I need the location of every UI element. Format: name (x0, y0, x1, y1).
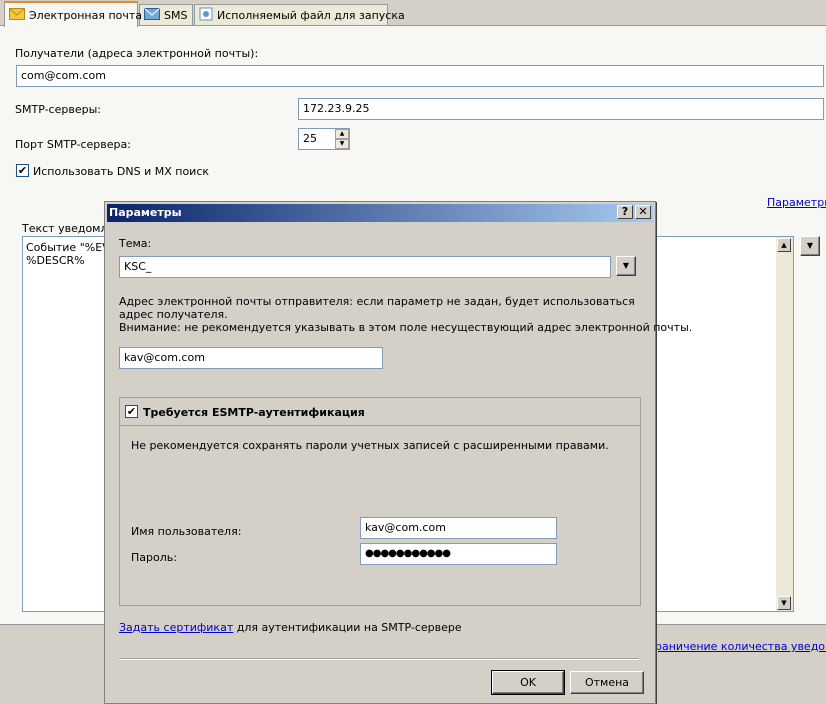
sender-input[interactable]: kav@com.com (119, 347, 383, 369)
help-icon[interactable]: ? (617, 205, 633, 219)
spin-down-icon[interactable]: ▼ (335, 139, 349, 149)
username-input[interactable]: kav@com.com (360, 517, 557, 539)
dialog-title: Параметры (109, 206, 182, 219)
sms-icon (144, 8, 160, 23)
smtp-port-label: Порт SMTP-сервера: (15, 138, 131, 151)
dns-mx-checkbox[interactable]: ✔ (16, 164, 29, 177)
sender-description: Адрес электронной почты отправителя: есл… (119, 295, 635, 321)
smtp-servers-label: SMTP-серверы: (15, 103, 101, 116)
cancel-button[interactable]: Отмена (570, 671, 644, 694)
scroll-up-icon[interactable]: ▲ (777, 238, 791, 252)
password-label: Пароль: (131, 551, 177, 564)
tab-email-label: Электронная почта (29, 8, 143, 22)
tab-email[interactable]: Электронная почта (4, 1, 142, 27)
tab-executable[interactable]: Исполняемый файл для запуска (194, 4, 405, 26)
dialog-separator (119, 658, 639, 660)
tab-sms[interactable]: SMS (139, 4, 193, 26)
subject-label: Тема: (119, 237, 152, 250)
spin-up-icon[interactable]: ▲ (335, 129, 349, 139)
esmtp-label: Требуется ESMTP-аутентификация (143, 406, 365, 419)
username-label: Имя пользователя: (131, 525, 242, 538)
password-input[interactable]: ●●●●●●●●●●● (360, 543, 557, 565)
dns-mx-label: Использовать DNS и MX поиск (33, 165, 210, 178)
tab-executable-label: Исполняемый файл для запуска (217, 9, 405, 22)
subject-dropdown-icon[interactable]: ▼ (616, 256, 636, 276)
cert-line: Задать сертификат для аутентификации на … (119, 621, 462, 634)
recipients-input[interactable]: com@com.com (16, 65, 824, 87)
esmtp-groupbox: ✔ Требуется ESMTP-аутентификация Не реко… (119, 397, 641, 606)
params-dialog: Параметры ? ✕ Тема: KSC_ ▼ Адрес электро… (104, 201, 693, 704)
close-icon[interactable]: ✕ (635, 205, 651, 219)
insert-variable-dropdown-icon[interactable]: ▼ (800, 236, 820, 256)
tab-sms-label: SMS (164, 9, 188, 22)
scroll-down-icon[interactable]: ▼ (777, 596, 791, 610)
executable-icon (199, 7, 213, 24)
cert-text: для аутентификации на SMTP-сервере (233, 621, 462, 634)
esmtp-checkbox[interactable]: ✔ (125, 405, 138, 418)
envelope-icon (9, 7, 25, 23)
dialog-titlebar: Параметры ? ✕ (107, 204, 653, 222)
smtp-servers-input[interactable]: 172.23.9.25 (298, 98, 824, 120)
subject-input[interactable]: KSC_ (119, 256, 611, 278)
params-link[interactable]: Параметры (767, 196, 826, 209)
esmtp-note: Не рекомендуется сохранять пароли учетны… (131, 439, 609, 452)
notify-text-line2: %DESCR% (26, 254, 85, 267)
sender-warning: Внимание: не рекомендуется указывать в э… (119, 321, 693, 334)
tab-bar: Электронная почта SMS Исполняемый файл д… (0, 0, 826, 27)
notify-text-scrollbar[interactable] (776, 237, 793, 611)
set-certificate-link[interactable]: Задать сертификат (119, 621, 233, 634)
ok-button[interactable]: OK (491, 670, 565, 695)
recipients-label: Получатели (адреса электронной почты): (15, 47, 259, 60)
limit-notifications-link[interactable]: раничение количества уведомлен (655, 640, 826, 653)
